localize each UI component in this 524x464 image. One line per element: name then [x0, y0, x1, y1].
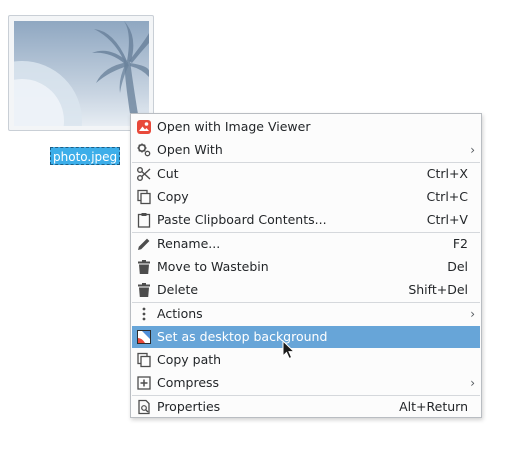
menu-item-label: Compress: [157, 375, 220, 390]
image-thumbnail: [14, 21, 149, 126]
shortcut-label: Ctrl+C: [426, 189, 468, 204]
menu-item-label: Move to Wastebin: [157, 259, 269, 274]
menu-item-properties[interactable]: Properties Alt+Return: [132, 396, 480, 418]
menu-item-label: Rename...: [157, 236, 221, 251]
chevron-right-icon: ›: [470, 143, 475, 157]
menu-item-copy[interactable]: Copy Ctrl+C: [132, 186, 480, 208]
scissors-icon: [136, 166, 152, 182]
menu-item-paste[interactable]: Paste Clipboard Contents... Ctrl+V: [132, 209, 480, 231]
shortcut-label: Alt+Return: [399, 399, 468, 414]
shortcut-label: Ctrl+V: [426, 212, 468, 227]
shortcut-label: Del: [447, 259, 468, 274]
menu-item-label: Set as desktop background: [157, 329, 328, 344]
shortcut-label: Shift+Del: [408, 282, 468, 297]
document-search-icon: [136, 399, 152, 415]
menu-item-label: Copy: [157, 189, 189, 204]
menu-item-open-with[interactable]: Open With ›: [132, 139, 480, 161]
menu-item-delete[interactable]: Delete Shift+Del: [132, 279, 480, 301]
chevron-right-icon: ›: [470, 307, 475, 321]
menu-item-label: Cut: [157, 166, 179, 181]
copy-icon: [136, 189, 152, 205]
clipboard-icon: [136, 212, 152, 228]
menu-item-label: Paste Clipboard Contents...: [157, 212, 327, 227]
chevron-right-icon: ›: [470, 376, 475, 390]
wallpaper-icon: [136, 329, 152, 345]
menu-item-open-with-image-viewer[interactable]: Open with Image Viewer: [132, 116, 480, 138]
menu-item-label: Properties: [157, 399, 221, 414]
image-viewer-icon: [136, 119, 152, 135]
trash-icon: [136, 282, 152, 298]
menu-item-copy-path[interactable]: Copy path: [132, 349, 480, 371]
mouse-cursor-icon: [282, 339, 296, 360]
menu-item-set-as-desktop-background[interactable]: Set as desktop background: [132, 326, 480, 348]
file-name-label[interactable]: photo.jpeg: [50, 147, 121, 165]
copy-icon: [136, 352, 152, 368]
shortcut-label: F2: [452, 236, 468, 251]
vertical-dots-icon: [136, 306, 152, 322]
menu-item-cut[interactable]: Cut Ctrl+X: [132, 163, 480, 185]
menu-item-label: Copy path: [157, 352, 222, 367]
menu-item-actions[interactable]: Actions ›: [132, 303, 480, 325]
shortcut-label: Ctrl+X: [426, 166, 468, 181]
gear-icon: [136, 142, 152, 158]
pencil-icon: [136, 236, 152, 252]
menu-item-move-to-wastebin[interactable]: Move to Wastebin Del: [132, 256, 480, 278]
trash-icon: [136, 259, 152, 275]
menu-item-label: Open With: [157, 142, 223, 157]
menu-item-label: Actions: [157, 306, 203, 321]
menu-item-label: Open with Image Viewer: [157, 119, 311, 134]
menu-item-compress[interactable]: Compress ›: [132, 372, 480, 394]
context-menu: Open with Image Viewer Open With › Cut C…: [130, 113, 482, 418]
menu-item-label: Delete: [157, 282, 199, 297]
archive-plus-icon: [136, 375, 152, 391]
menu-item-rename[interactable]: Rename... F2: [132, 233, 480, 255]
